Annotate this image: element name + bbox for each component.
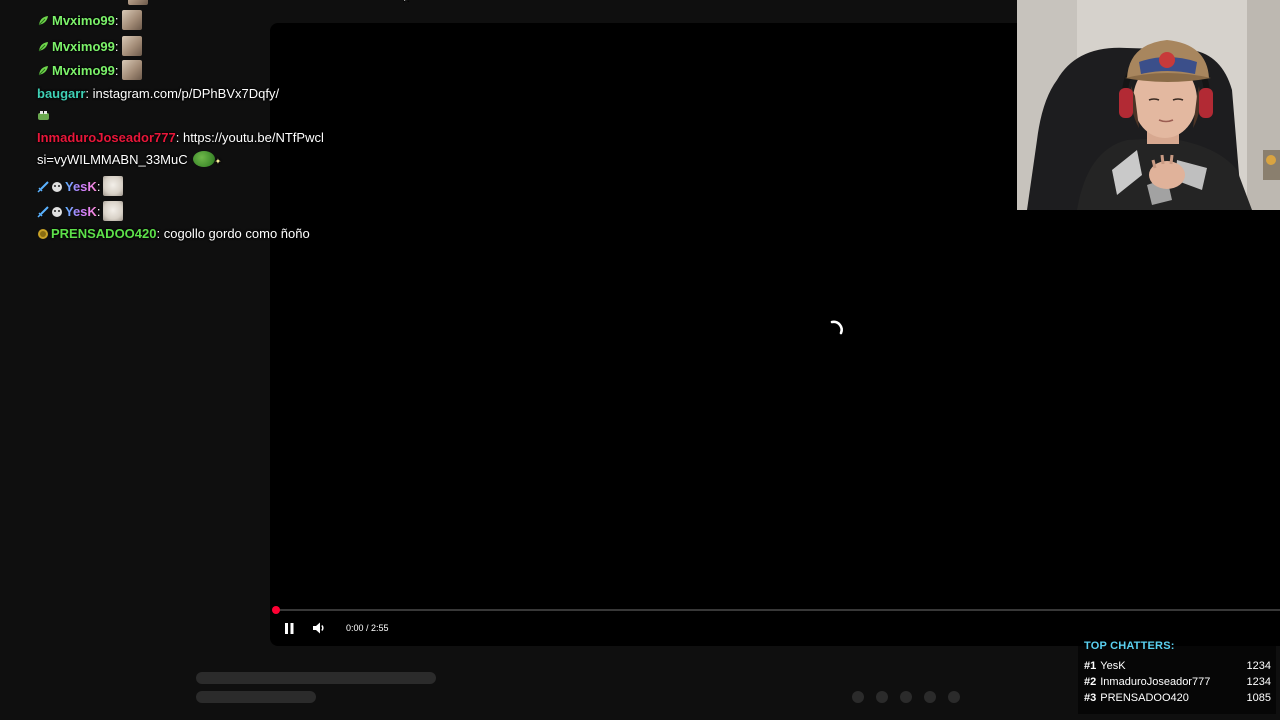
chat-text[interactable]: instagram.com/p/DPhBVx7Dqfy/ <box>93 86 279 101</box>
sword-badge-icon <box>37 181 49 193</box>
pause-button[interactable] <box>280 619 298 637</box>
frog-emote-icon <box>38 111 49 120</box>
chat-separator: : <box>114 63 119 78</box>
progress-bar[interactable] <box>276 609 1280 611</box>
chat-separator: : <box>85 86 90 101</box>
sparkle-emote-icon: ✦ <box>214 157 222 166</box>
chat-text: cogollo gordo como ñoño <box>163 226 310 241</box>
top-chatter-rank: #1 <box>1084 660 1097 672</box>
mouse-cursor-icon <box>403 0 410 3</box>
action-skeleton-dot <box>900 691 912 703</box>
chat-username[interactable]: InmaduroJoseador777 <box>37 130 176 145</box>
chat-link[interactable]: https://youtu.be/NTfPwcl <box>183 130 324 145</box>
action-skeleton-dot <box>876 691 888 703</box>
sword-badge-icon <box>37 206 49 218</box>
progress-scrubber-handle[interactable] <box>272 606 280 614</box>
chat-username[interactable]: PRENSADOO420 <box>51 226 156 241</box>
stream-overlay: 0:00 / 2:55 Mvximo99: Mvximo99: Mvximo99… <box>0 0 1280 720</box>
title-skeleton <box>196 672 436 684</box>
chat-message: Mvximo99: <box>37 60 142 80</box>
chat-link-continuation[interactable]: si=vyWILMMABN_33MuC <box>37 152 188 167</box>
chat-separator: : <box>96 179 101 194</box>
leaf-badge-icon <box>38 16 48 26</box>
chat-separator: : <box>175 130 180 145</box>
chat-message: PRENSADOO420: cogollo gordo como ñoño <box>37 226 310 242</box>
loading-spinner-icon <box>830 320 843 335</box>
chat-message: YesK: <box>37 201 124 221</box>
chat-overlay: Mvximo99: Mvximo99: Mvximo99: baugarr: i… <box>0 0 340 260</box>
action-skeleton-dot <box>924 691 936 703</box>
top-chatter-score: 1234 <box>1246 676 1271 688</box>
top-chatter-score: 1085 <box>1246 692 1271 704</box>
chat-message: InmaduroJoseador777: https://youtu.be/NT… <box>37 130 324 146</box>
chat-username[interactable]: YesK <box>65 204 97 219</box>
chat-username[interactable]: Mvximo99 <box>52 39 115 54</box>
chat-separator: : <box>96 204 101 219</box>
webcam-feed <box>1017 0 1280 210</box>
top-chatter-row: #1 YesK 1234 <box>1084 659 1271 673</box>
action-skeleton-dot <box>948 691 960 703</box>
time-display: 0:00 / 2:55 <box>346 623 389 633</box>
chat-separator: : <box>114 39 119 54</box>
volume-button[interactable] <box>310 619 328 637</box>
top-chatter-row: #2 InmaduroJoseador777 1234 <box>1084 675 1271 689</box>
coin-badge-icon <box>38 229 48 239</box>
chat-separator: : <box>156 226 161 241</box>
top-chatter-name: InmaduroJoseador777 <box>1100 676 1211 688</box>
top-chatter-name: PRENSADOO420 <box>1100 692 1189 704</box>
chat-username[interactable]: YesK <box>65 179 97 194</box>
cat-emote-icon <box>128 0 148 5</box>
volume-icon <box>313 622 324 634</box>
cat-emote-icon <box>121 10 142 30</box>
top-chatter-name: YesK <box>1100 660 1126 672</box>
leaf-badge-icon <box>38 42 48 52</box>
chat-message: Mvximo99: <box>37 10 142 30</box>
top-chatters-title: TOP CHATTERS: <box>1084 640 1175 652</box>
chat-username[interactable]: Mvximo99 <box>52 13 115 28</box>
leaf-badge-icon <box>38 66 48 76</box>
face-badge-icon <box>52 207 62 217</box>
cat-emote-icon <box>121 36 142 56</box>
chat-message: Mvximo99: <box>37 36 142 56</box>
chat-message: YesK: <box>37 176 124 196</box>
pepe-emote-icon <box>192 151 215 167</box>
top-chatter-row: #3 PRENSADOO420 1085 <box>1084 691 1271 705</box>
chat-message-continuation: si=vyWILMMABN_33MuC ✦ <box>37 151 221 170</box>
chat-separator: : <box>114 13 119 28</box>
top-chatter-rank: #2 <box>1084 676 1097 688</box>
chat-message: baugarr: instagram.com/p/DPhBVx7Dqfy/ <box>37 86 279 102</box>
white-cat-emote-icon <box>103 176 124 196</box>
chat-username[interactable]: Mvximo99 <box>52 63 115 78</box>
streamer-webcam-image <box>1017 0 1280 210</box>
action-skeleton-dot <box>852 691 864 703</box>
top-chatter-score: 1234 <box>1246 660 1271 672</box>
pause-icon <box>285 622 294 634</box>
face-badge-icon <box>52 182 62 192</box>
white-cat-emote-icon <box>103 201 124 221</box>
cat-emote-icon <box>121 60 142 80</box>
chat-username[interactable]: baugarr <box>37 86 85 101</box>
top-chatters-panel: TOP CHATTERS: #1 YesK 1234 #2 InmaduroJose… <box>1078 638 1276 714</box>
subtitle-skeleton <box>196 691 316 703</box>
top-chatter-rank: #3 <box>1084 692 1097 704</box>
